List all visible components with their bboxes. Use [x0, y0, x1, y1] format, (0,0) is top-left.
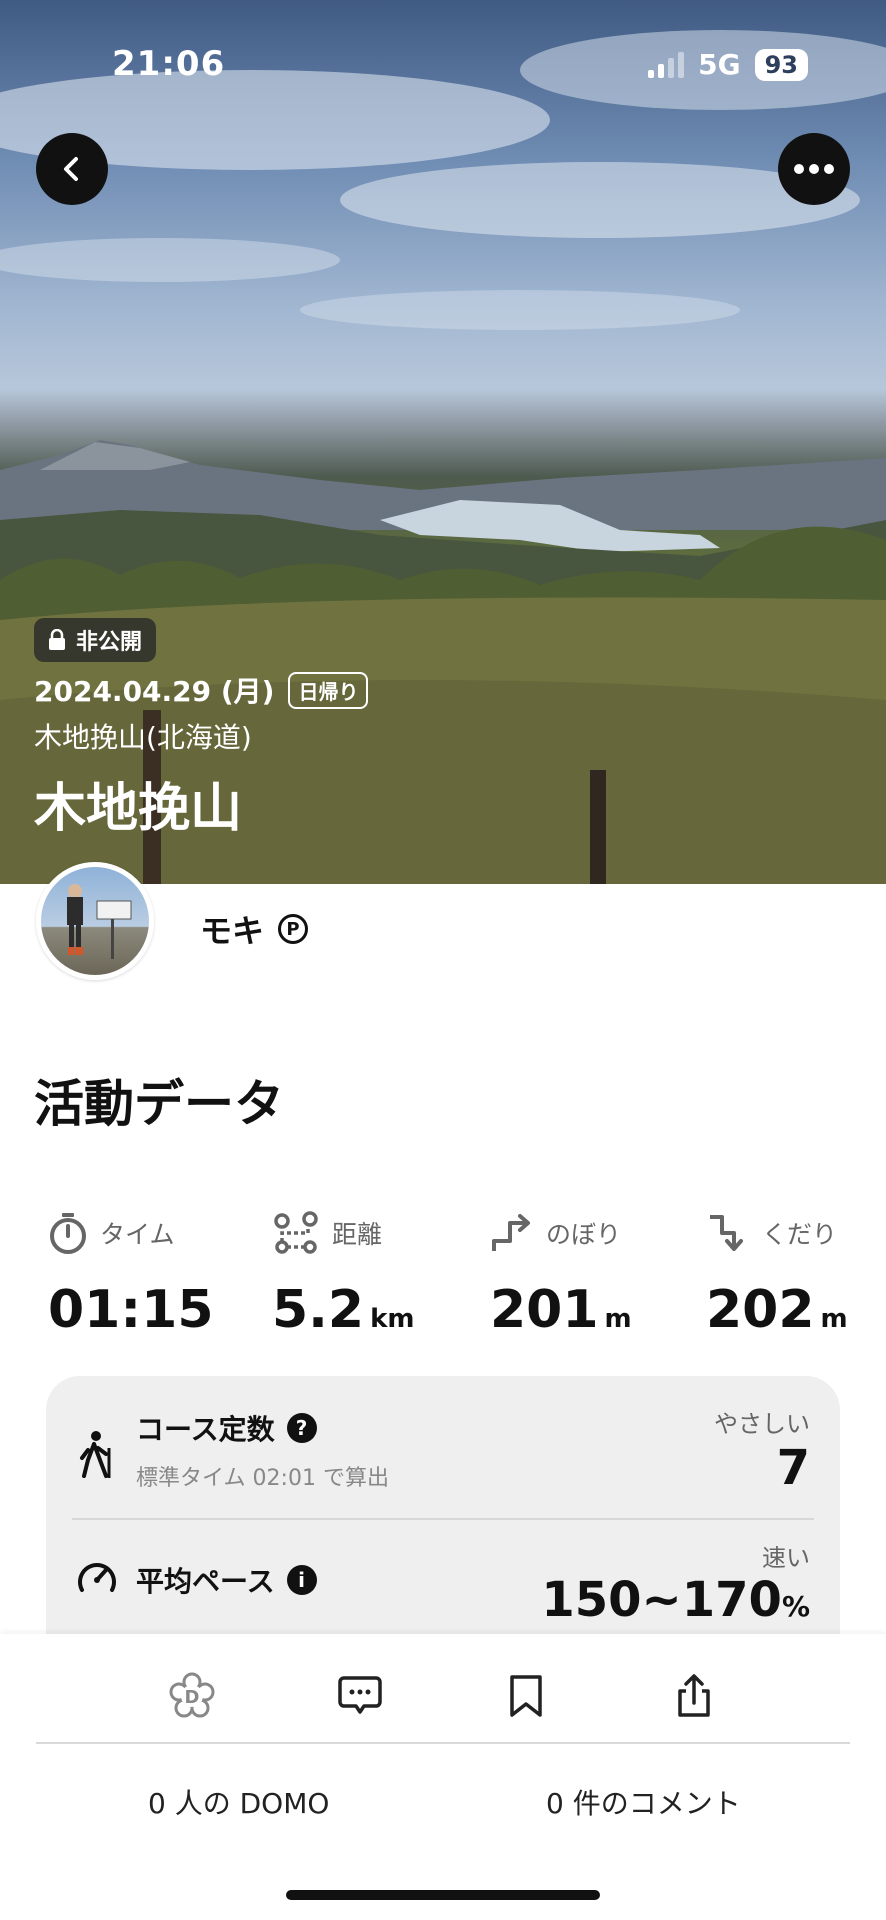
- domo-count[interactable]: 0 人の DOMO: [148, 1782, 329, 1822]
- bookmark-button[interactable]: [496, 1666, 556, 1726]
- activity-date: 2024.04.29 (月): [34, 675, 275, 708]
- average-pace-unit: %: [781, 1590, 810, 1623]
- bottom-action-bar: D 0 人の DOMO 0 件のコメント: [0, 1634, 886, 1920]
- stat-value: 201: [490, 1280, 599, 1340]
- user-name-row[interactable]: モキ P: [200, 906, 309, 952]
- bookmark-icon: [510, 1675, 542, 1717]
- status-time: 21:06: [112, 44, 226, 84]
- stat-label: 距離: [332, 1220, 383, 1249]
- stat-label: くだり: [762, 1220, 838, 1249]
- network-label: 5G: [698, 48, 741, 81]
- pace-level-label: 速い: [762, 1544, 810, 1572]
- average-pace-value: 150~170: [541, 1572, 782, 1628]
- privacy-label: 非公開: [76, 630, 143, 655]
- ascent-icon: [492, 1214, 530, 1251]
- avatar[interactable]: [36, 862, 154, 980]
- info-icon[interactable]: i: [286, 1565, 317, 1595]
- privacy-badge: 非公開: [34, 618, 157, 662]
- stat-value: 202: [706, 1280, 815, 1340]
- stat-label: のぼり: [546, 1220, 622, 1249]
- lock-icon: [49, 629, 65, 650]
- descent-icon: [710, 1215, 743, 1251]
- comment-icon: [338, 1676, 382, 1714]
- stat-unit: m: [820, 1304, 848, 1334]
- hiker-icon: [80, 1431, 111, 1478]
- trip-type-badge: 日帰り: [288, 671, 369, 709]
- course-constant-value: 7: [776, 1440, 810, 1496]
- stat-ascent: のぼり 201 m: [490, 1208, 632, 1340]
- svg-text:D: D: [185, 1687, 200, 1708]
- home-indicator[interactable]: [286, 1890, 600, 1900]
- domo-button[interactable]: D: [162, 1666, 222, 1726]
- help-icon[interactable]: ?: [286, 1413, 317, 1443]
- course-constant-subtitle: 標準タイム 02:01 で算出: [136, 1466, 389, 1491]
- stat-descent: くだり 202 m: [706, 1208, 848, 1340]
- user-name: モキ: [200, 912, 265, 950]
- activity-date-line: 2024.04.29 (月) 日帰り: [34, 670, 369, 710]
- signal-icon: [648, 51, 685, 78]
- section-title: 活動データ: [34, 1075, 284, 1133]
- stat-value: 01:15: [48, 1280, 214, 1340]
- status-indicators: 5G 93: [648, 48, 808, 81]
- speedometer-icon: [78, 1563, 116, 1592]
- stat-unit: m: [604, 1304, 632, 1334]
- stat-time: タイム 01:15: [48, 1208, 220, 1340]
- stat-label: タイム: [100, 1220, 175, 1249]
- share-icon: [678, 1674, 710, 1717]
- page-title: 木地挽山: [34, 779, 243, 839]
- divider: [36, 1742, 850, 1744]
- course-info-card: コース定数 ? 標準タイム 02:01 で算出 やさしい 7 平均ペース i 速…: [46, 1376, 840, 1636]
- chevron-left-icon: [64, 157, 78, 181]
- stat-unit: km: [370, 1304, 415, 1334]
- stat-value: 5.2: [272, 1280, 365, 1340]
- premium-badge: P: [278, 914, 309, 944]
- route-icon: [274, 1211, 318, 1254]
- avatar-image: [67, 884, 132, 959]
- stopwatch-icon: [50, 1213, 86, 1254]
- course-constant-row[interactable]: コース定数 ? 標準タイム 02:01 で算出 やさしい 7: [46, 1376, 840, 1518]
- share-button[interactable]: [664, 1666, 724, 1726]
- battery-indicator: 93: [754, 48, 808, 81]
- domo-flower-icon: D: [169, 1672, 215, 1718]
- back-button[interactable]: [36, 133, 108, 205]
- cover-photo: 21:06 5G 93 非公開 2024.04.29 (月) 日帰り 木地挽山(…: [0, 0, 886, 884]
- difficulty-label: やさしい: [714, 1410, 810, 1438]
- stat-distance: 距離 5.2 km: [272, 1208, 415, 1340]
- location-label: 木地挽山(北海道): [34, 721, 252, 754]
- more-options-button[interactable]: [778, 133, 850, 205]
- average-pace-title: 平均ペース: [136, 1565, 275, 1598]
- comment-button[interactable]: [330, 1666, 390, 1726]
- more-icon: [794, 164, 834, 174]
- average-pace-row[interactable]: 平均ペース i 速い 150~170%: [46, 1520, 840, 1636]
- course-constant-title: コース定数: [136, 1413, 275, 1446]
- comment-count[interactable]: 0 件のコメント: [546, 1782, 741, 1822]
